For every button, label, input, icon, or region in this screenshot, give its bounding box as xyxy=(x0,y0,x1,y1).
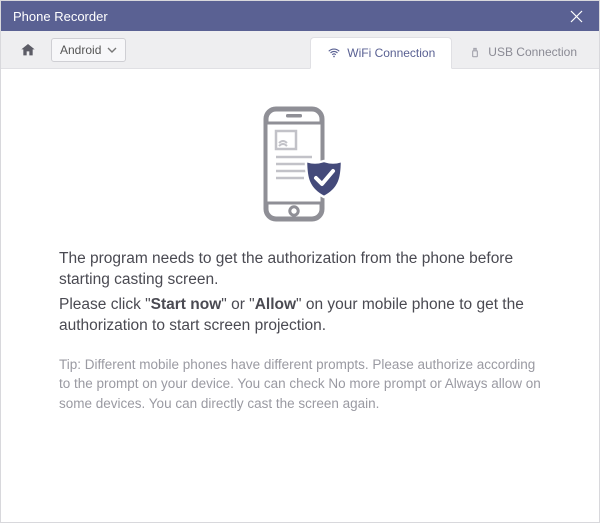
close-icon xyxy=(570,10,583,23)
auth-message-line1: The program needs to get the authorizati… xyxy=(59,249,541,291)
home-button[interactable] xyxy=(11,31,45,68)
os-dropdown-label: Android xyxy=(60,43,101,57)
wifi-icon xyxy=(327,46,341,60)
line2-allow: Allow xyxy=(255,296,296,313)
content-area: The program needs to get the authorizati… xyxy=(1,69,599,522)
line2-pre: Please click " xyxy=(59,296,151,313)
chevron-down-icon xyxy=(107,47,117,53)
auth-message-line2: Please click "Start now" or "Allow" on y… xyxy=(59,295,541,337)
titlebar: Phone Recorder xyxy=(1,1,599,31)
home-icon xyxy=(20,42,36,58)
app-title: Phone Recorder xyxy=(13,9,561,24)
line2-startnow: Start now xyxy=(151,296,222,313)
os-dropdown[interactable]: Android xyxy=(51,38,126,62)
tab-usb-label: USB Connection xyxy=(488,45,577,59)
phone-shield-icon xyxy=(246,105,354,225)
tab-wifi-label: WiFi Connection xyxy=(347,46,435,60)
connection-tabs: WiFi Connection USB Connection xyxy=(310,31,599,68)
toolbar-spacer xyxy=(126,31,310,68)
line2-mid: " or " xyxy=(221,296,254,313)
tab-wifi-connection[interactable]: WiFi Connection xyxy=(310,37,452,69)
close-button[interactable] xyxy=(561,1,591,31)
toolbar: Android WiFi Connection USB Connection xyxy=(1,31,599,69)
tip-text: Tip: Different mobile phones have differ… xyxy=(59,355,541,414)
hero-illustration xyxy=(59,105,541,225)
usb-icon xyxy=(468,45,482,59)
app-window: Phone Recorder Android WiFi Connection U… xyxy=(0,0,600,523)
tab-usb-connection[interactable]: USB Connection xyxy=(452,36,593,68)
